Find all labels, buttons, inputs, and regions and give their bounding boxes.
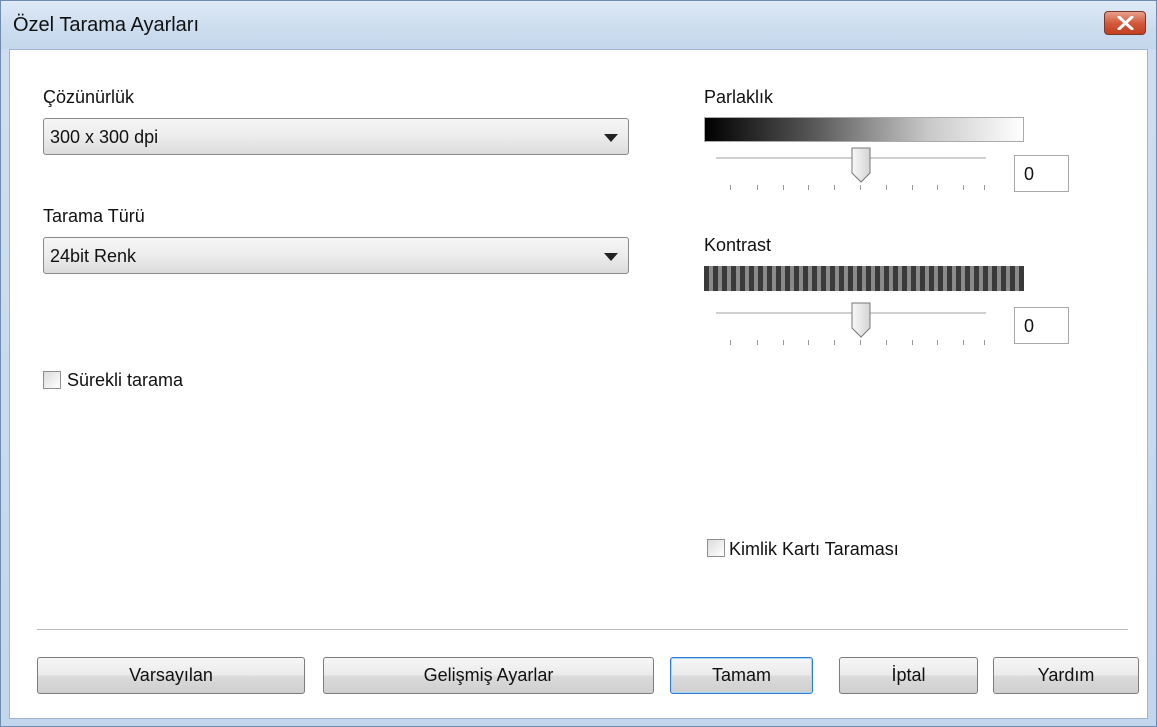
dialog-content: Çözünürlük 300 x 300 dpi Tarama Türü 24b… — [9, 49, 1148, 719]
brightness-slider-thumb[interactable] — [851, 147, 871, 183]
scan-type-label: Tarama Türü — [43, 206, 145, 226]
advanced-settings-button[interactable]: Gelişmiş Ayarlar — [323, 657, 654, 694]
slider-tick-mark — [783, 185, 784, 190]
id-card-scan-label: Kimlik Kartı Taraması — [729, 539, 899, 559]
resolution-dropdown[interactable]: 300 x 300 dpi — [43, 118, 629, 155]
resolution-label: Çözünürlük — [43, 87, 135, 107]
slider-tick-mark — [912, 340, 913, 345]
ok-button[interactable]: Tamam — [670, 657, 813, 694]
slider-tick-mark — [984, 185, 985, 190]
slider-tick-mark — [963, 340, 964, 345]
brightness-input[interactable]: 0 — [1014, 155, 1069, 192]
brightness-gradient-bar — [704, 117, 1024, 142]
help-button[interactable]: Yardım — [993, 657, 1139, 694]
contrast-input[interactable]: 0 — [1014, 307, 1069, 344]
slider-tick-mark — [834, 340, 835, 345]
default-button[interactable]: Varsayılan — [37, 657, 305, 694]
slider-tick-mark — [860, 185, 861, 190]
continuous-scan-checkbox[interactable] — [43, 371, 61, 389]
slider-tick-mark — [730, 185, 731, 190]
id-card-scan-checkbox[interactable] — [707, 539, 725, 557]
title-bar[interactable]: Özel Tarama Ayarları — [1, 1, 1156, 49]
close-button[interactable] — [1104, 11, 1146, 35]
slider-tick-mark — [963, 185, 964, 190]
slider-tick-mark — [757, 340, 758, 345]
scan-type-value: 24bit Renk — [50, 246, 137, 266]
divider — [37, 629, 1128, 630]
continuous-scan-label: Sürekli tarama — [67, 370, 184, 390]
slider-tick-mark — [783, 340, 784, 345]
slider-tick-mark — [808, 340, 809, 345]
chevron-down-icon — [604, 134, 618, 142]
slider-tick-mark — [984, 340, 985, 345]
slider-tick-mark — [808, 185, 809, 190]
close-icon — [1117, 16, 1134, 30]
slider-tick-mark — [912, 185, 913, 190]
contrast-pattern-bar — [704, 266, 1024, 291]
slider-tick-mark — [757, 185, 758, 190]
slider-tick-mark — [886, 185, 887, 190]
dialog-title: Özel Tarama Ayarları — [13, 14, 200, 36]
slider-tick-mark — [937, 185, 938, 190]
brightness-value: 0 — [1024, 164, 1035, 184]
brightness-label: Parlaklık — [704, 87, 774, 107]
contrast-slider[interactable] — [716, 302, 988, 352]
contrast-label: Kontrast — [704, 235, 772, 255]
chevron-down-icon — [604, 253, 618, 261]
dialog-window: Özel Tarama Ayarları Çözünürlük 300 x 30… — [0, 0, 1157, 727]
cancel-button[interactable]: İptal — [839, 657, 978, 694]
contrast-value: 0 — [1024, 316, 1035, 336]
slider-tick-mark — [834, 185, 835, 190]
resolution-value: 300 x 300 dpi — [50, 127, 159, 147]
scan-type-dropdown[interactable]: 24bit Renk — [43, 237, 629, 274]
slider-tick-mark — [860, 340, 861, 345]
contrast-slider-thumb[interactable] — [851, 302, 871, 338]
slider-tick-mark — [937, 340, 938, 345]
slider-tick-mark — [886, 340, 887, 345]
slider-tick-mark — [730, 340, 731, 345]
brightness-slider[interactable] — [716, 147, 988, 197]
